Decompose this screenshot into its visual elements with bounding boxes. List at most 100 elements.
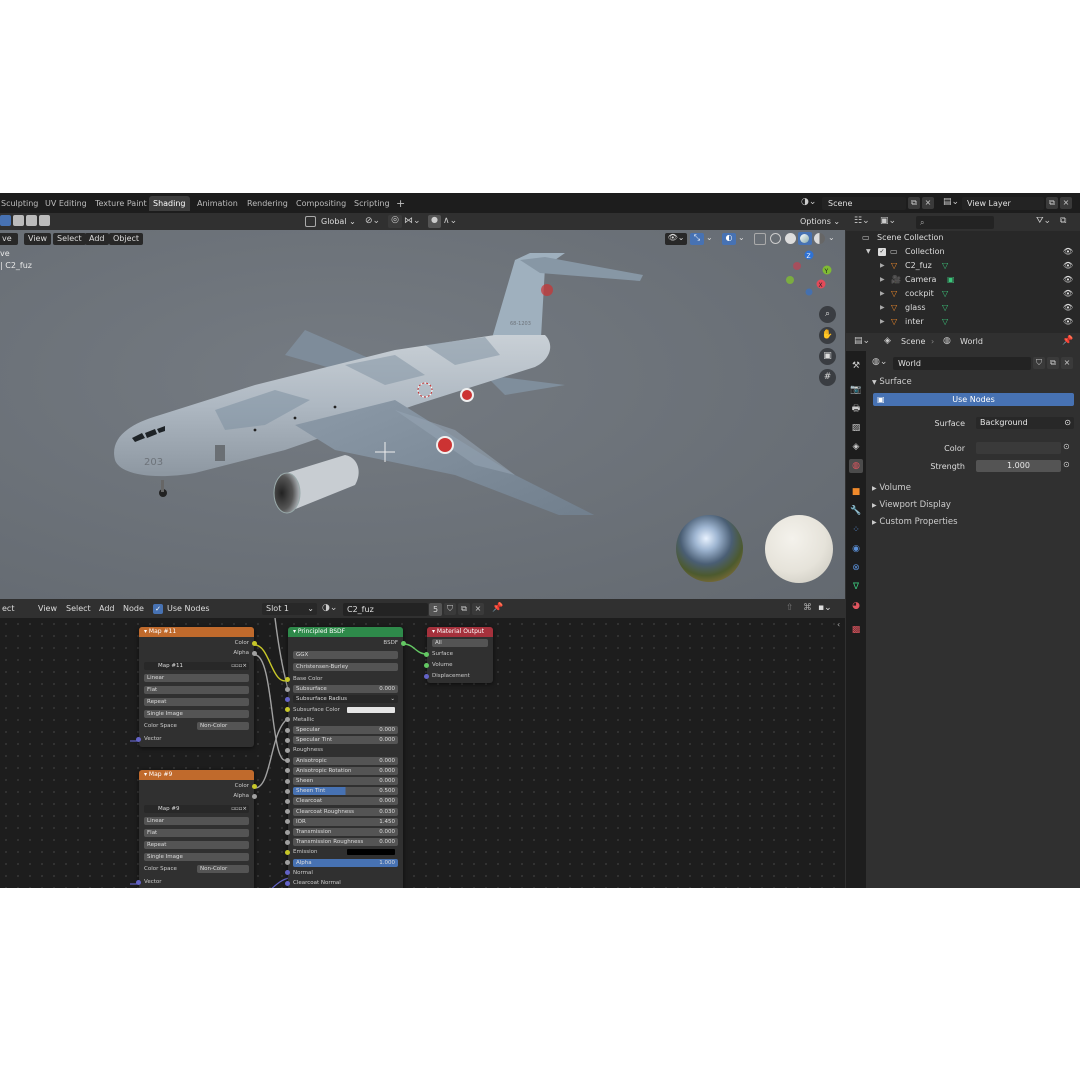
outliner-row-object[interactable]: ▶ ▽ glass ▽ 👁 (846, 301, 1080, 315)
use-nodes-checkbox[interactable]: ✓ (153, 604, 163, 614)
input-socket[interactable] (285, 819, 290, 825)
select-subtract-icon[interactable] (26, 215, 37, 226)
image-texture-node-map9[interactable]: ▾ Map #9 Color Alpha Map #9 ▫▫▫× Linear F… (136, 770, 257, 888)
expand-icon[interactable]: ▶ (880, 301, 885, 315)
input-socket[interactable] (285, 696, 290, 702)
snap-icon[interactable]: ◎ (388, 215, 402, 228)
snap-node-icon[interactable]: ⌘ (803, 603, 812, 613)
bsdf-input-row[interactable]: Clearcoat Roughness 0.030 (293, 807, 398, 816)
input-surface-socket[interactable] (424, 652, 429, 657)
eye-icon[interactable]: 👁 (1063, 259, 1073, 273)
source-select[interactable]: Single Image (144, 710, 249, 718)
outliner[interactable]: ☷⌄ ▣⌄ ⌕ ⛛⌄ ⧉ ▭ Scene Collection ▼ ✓ ▭ Co… (846, 213, 1080, 333)
source-select[interactable]: Single Image (144, 853, 249, 861)
render-tab-icon[interactable]: 📷 (849, 383, 863, 397)
bsdf-input-row[interactable]: Transmission Roughness 0.000 (293, 838, 398, 847)
zoom-icon[interactable]: ⌕ (819, 306, 836, 323)
color-swatch[interactable] (347, 706, 395, 713)
eye-icon[interactable]: 👁 (1063, 315, 1073, 329)
xray-icon[interactable] (754, 233, 766, 245)
image-texture-node-map11[interactable]: ▾ Map #11 Color Alpha Map #11 ▫▫▫× Linear… (136, 627, 257, 747)
color-link-icon[interactable]: ⊙ (1063, 442, 1070, 451)
scene-tab-icon[interactable]: ◈ (849, 440, 863, 454)
editor-type-icon[interactable]: ☷⌄ (854, 216, 870, 226)
unlink-material-icon[interactable]: × (472, 603, 484, 615)
delete-view-layer-icon[interactable]: × (1060, 197, 1072, 209)
view-layer-selector[interactable]: View Layer (962, 197, 1044, 210)
expand-icon[interactable]: ▶ (880, 259, 885, 273)
input-socket[interactable] (285, 778, 290, 784)
input-socket[interactable] (285, 870, 290, 876)
interpolation-select[interactable]: Linear (144, 817, 249, 825)
camera-view-icon[interactable]: ▣ (819, 348, 836, 365)
material-name-field[interactable]: C2_fuz (343, 603, 428, 616)
output-alpha-socket[interactable] (252, 794, 257, 799)
bsdf-input-row[interactable]: Anisotropic 0.000 (293, 756, 398, 765)
ne-menu-view[interactable]: View (34, 603, 61, 615)
camera-data-icon[interactable]: ▣ (947, 273, 955, 287)
bsdf-input-row[interactable]: Sheen 0.000 (293, 777, 398, 785)
outliner-search-input[interactable]: ⌕ (916, 216, 994, 229)
bsdf-input-row[interactable]: Clearcoat 0.000 (293, 797, 398, 806)
material-output-node[interactable]: ▾ Material Output All Surface Volume Dis… (424, 627, 493, 683)
outliner-row-object[interactable]: ▶ ▽ inter ▽ 👁 (846, 315, 1080, 329)
outliner-row-collection[interactable]: ▼ ✓ ▭ Collection 👁 (846, 245, 1080, 259)
outliner-row-object[interactable]: ▶ 🎥 Camera ▣ 👁 (846, 273, 1080, 287)
output-color-socket[interactable] (252, 641, 257, 646)
tab-shading[interactable]: Shading (149, 196, 190, 211)
distribution-select[interactable]: GGX (293, 651, 398, 659)
output-alpha-socket[interactable] (252, 651, 257, 656)
material-browse-icon[interactable]: ◑⌄ (322, 603, 337, 613)
input-vector-socket[interactable] (136, 880, 141, 885)
overlays-icon[interactable]: ◐ (722, 233, 736, 245)
parent-node-tree-icon[interactable]: ⇧ (786, 603, 794, 613)
material-preview-shading-icon[interactable] (798, 232, 812, 245)
input-socket[interactable] (285, 686, 290, 692)
input-socket[interactable] (285, 758, 290, 764)
constraints-tab-icon[interactable]: ⊗ (849, 561, 863, 575)
surface-shader-dropdown[interactable]: Background ⊙ (976, 417, 1074, 429)
custom-properties-panel-header[interactable]: ▶ Custom Properties (872, 517, 958, 527)
breadcrumb-world[interactable]: World (960, 337, 983, 346)
surface-panel-header[interactable]: ▼ Surface (872, 377, 912, 387)
select-intersect-icon[interactable] (39, 215, 50, 226)
delete-scene-icon[interactable]: × (922, 197, 934, 209)
input-socket[interactable] (285, 829, 290, 835)
mesh-data-icon[interactable]: ▽ (942, 301, 948, 315)
output-target-select[interactable]: All (432, 639, 488, 647)
view-layer-tab-icon[interactable]: ▨ (849, 421, 863, 435)
input-socket[interactable] (285, 880, 290, 886)
input-socket[interactable] (285, 788, 290, 794)
color-space-select[interactable]: Non-Color (197, 865, 249, 873)
input-socket[interactable] (285, 727, 290, 733)
outliner-row-scene-collection[interactable]: ▭ Scene Collection (846, 231, 1080, 245)
input-socket[interactable] (285, 768, 290, 774)
gizmo-icon[interactable]: ⤡ (690, 233, 704, 245)
input-socket[interactable] (285, 860, 290, 866)
viewport-display-panel-header[interactable]: ▶ Viewport Display (872, 500, 951, 510)
data-tab-icon[interactable]: ∇ (849, 580, 863, 594)
expand-icon[interactable]: ▶ (880, 315, 885, 329)
ne-menu-add[interactable]: Add (95, 603, 119, 615)
mesh-data-icon[interactable]: ▽ (942, 287, 948, 301)
breadcrumb-scene[interactable]: Scene (901, 337, 925, 346)
image-datablock[interactable]: Map #9 ▫▫▫× (144, 805, 249, 813)
filter-icon[interactable]: ⛛⌄ (1036, 216, 1051, 226)
collapse-icon[interactable]: ▼ (866, 245, 871, 259)
expand-icon[interactable]: ▶ (880, 287, 885, 301)
add-workspace-button[interactable]: + (393, 196, 408, 211)
subsurface-method-select[interactable]: Christensen-Burley (293, 663, 398, 671)
output-bsdf-socket[interactable] (401, 641, 406, 646)
world-tab-icon[interactable]: ◍ (849, 459, 863, 473)
3d-viewport[interactable]: Global ⌄ ⊘⌄ ◎ ⋈⌄ ● ∧⌄ Options ⌄ ve View … (0, 213, 845, 599)
input-socket[interactable] (285, 717, 290, 723)
color-swatch[interactable] (347, 849, 395, 856)
physics-tab-icon[interactable]: ◉ (849, 542, 863, 556)
input-displacement-socket[interactable] (424, 674, 429, 679)
bsdf-input-row[interactable]: Transmission 0.000 (293, 828, 398, 836)
image-datablock[interactable]: Map #11 ▫▫▫× (144, 662, 249, 670)
fake-user-icon[interactable]: ⛉ (444, 603, 456, 615)
output-tab-icon[interactable]: 🖶 (849, 402, 863, 416)
tab-texture-paint[interactable]: Texture Paint (92, 196, 150, 211)
mode-dropdown[interactable]: ve (0, 233, 18, 245)
